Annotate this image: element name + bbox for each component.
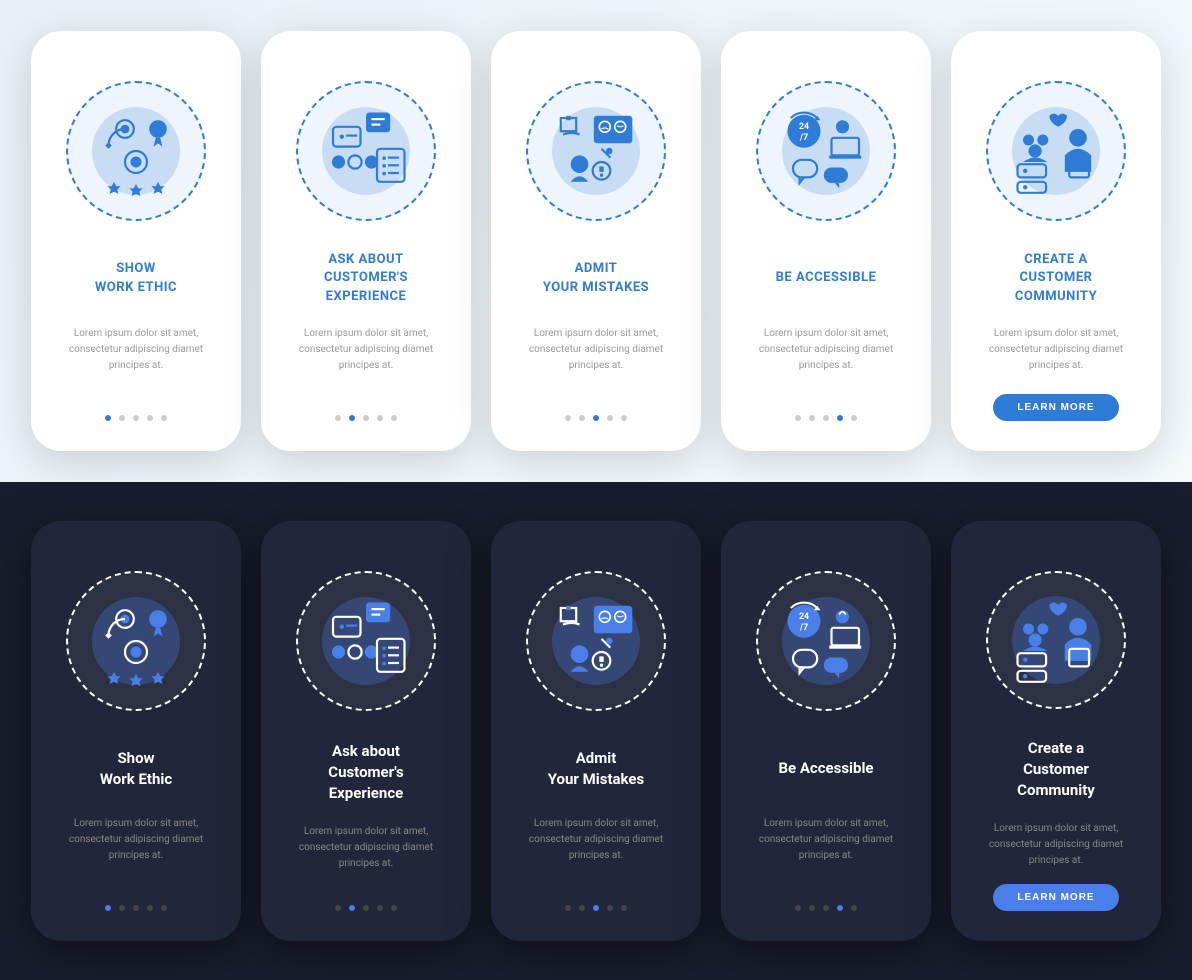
work-ethic-icon	[66, 571, 206, 711]
learn-more-button[interactable]: LEARN MORE	[993, 884, 1118, 911]
pagination-dot-4[interactable]	[837, 905, 843, 911]
pagination-dots	[335, 905, 397, 911]
screen-body: Lorem ipsum dolor sit amet, consectetur …	[971, 326, 1141, 374]
pagination-dot-4[interactable]	[147, 905, 153, 911]
screen-body: Lorem ipsum dolor sit amet, consectetur …	[281, 326, 451, 374]
screen-title: Ask about Customer's Experience	[328, 741, 403, 804]
dark-theme-section: Show Work Ethic Lorem ipsum dolor sit ame…	[0, 482, 1192, 980]
pagination-dots	[105, 905, 167, 911]
pagination-dots	[565, 415, 627, 421]
pagination-dot-1[interactable]	[565, 415, 571, 421]
screen-body: Lorem ipsum dolor sit amet, consectetur …	[281, 824, 451, 872]
pagination-dot-2[interactable]	[119, 905, 125, 911]
pagination-dot-1[interactable]	[795, 415, 801, 421]
onboarding-screen-5: CREATE A CUSTOMER COMMUNITY Lorem ipsum d…	[951, 31, 1161, 451]
pagination-dot-4[interactable]	[377, 415, 383, 421]
pagination-dot-5[interactable]	[161, 905, 167, 911]
pagination-dot-1[interactable]	[105, 415, 111, 421]
screen-title: SHOW WORK ETHIC	[95, 251, 177, 306]
screen-body: Lorem ipsum dolor sit amet, consectetur …	[741, 326, 911, 374]
svg-text:24: 24	[799, 122, 809, 132]
pagination-dots	[105, 415, 167, 421]
screen-title: Show Work Ethic	[100, 741, 172, 796]
onboarding-screen-3: Admit Your Mistakes Lorem ipsum dolor sit…	[491, 521, 701, 941]
onboarding-screen-4: 24/7 Be Accessible Lorem ipsum dolor sit a…	[721, 521, 931, 941]
pagination-dot-4[interactable]	[607, 415, 613, 421]
pagination-dot-5[interactable]	[621, 905, 627, 911]
screen-title: Admit Your Mistakes	[548, 741, 644, 796]
pagination-dot-3[interactable]	[823, 905, 829, 911]
accessible-icon: 24/7	[756, 81, 896, 221]
community-icon	[986, 81, 1126, 221]
community-icon	[986, 571, 1126, 709]
pagination-dot-2[interactable]	[579, 415, 585, 421]
screen-body: Lorem ipsum dolor sit amet, consectetur …	[51, 326, 221, 374]
pagination-dot-3[interactable]	[133, 905, 139, 911]
pagination-dot-5[interactable]	[851, 905, 857, 911]
screen-title: BE ACCESSIBLE	[776, 251, 877, 306]
onboarding-screen-5: Create a Customer Community Lorem ipsum d…	[951, 521, 1161, 941]
screen-title: ADMIT YOUR MISTAKES	[543, 251, 649, 306]
pagination-dots	[795, 415, 857, 421]
screen-title: Create a Customer Community	[1017, 739, 1095, 801]
pagination-dot-2[interactable]	[809, 905, 815, 911]
pagination-dot-1[interactable]	[105, 905, 111, 911]
pagination-dot-4[interactable]	[377, 905, 383, 911]
pagination-dot-5[interactable]	[621, 415, 627, 421]
light-theme-section: SHOW WORK ETHIC Lorem ipsum dolor sit ame…	[0, 0, 1192, 482]
accessible-icon: 24/7	[756, 571, 896, 711]
pagination-dot-2[interactable]	[349, 905, 355, 911]
screen-body: Lorem ipsum dolor sit amet, consectetur …	[51, 816, 221, 864]
screen-body: Lorem ipsum dolor sit amet, consectetur …	[741, 816, 911, 864]
admit-mistakes-icon	[526, 81, 666, 221]
pagination-dot-3[interactable]	[593, 905, 599, 911]
pagination-dot-5[interactable]	[851, 415, 857, 421]
screen-title: Be Accessible	[778, 741, 873, 796]
pagination-dots	[795, 905, 857, 911]
screen-body: Lorem ipsum dolor sit amet, consectetur …	[511, 816, 681, 864]
onboarding-screen-2: ASK ABOUT CUSTOMER'S EXPERIENCE Lorem ips…	[261, 31, 471, 451]
onboarding-screen-4: 24/7 BE ACCESSIBLE Lorem ipsum dolor sit a…	[721, 31, 931, 451]
pagination-dot-1[interactable]	[335, 905, 341, 911]
pagination-dot-3[interactable]	[133, 415, 139, 421]
pagination-dot-3[interactable]	[823, 415, 829, 421]
pagination-dot-3[interactable]	[363, 415, 369, 421]
pagination-dot-1[interactable]	[335, 415, 341, 421]
work-ethic-icon	[66, 81, 206, 221]
svg-text:/7: /7	[799, 623, 808, 633]
customer-experience-icon	[296, 571, 436, 711]
pagination-dot-2[interactable]	[809, 415, 815, 421]
pagination-dot-4[interactable]	[607, 905, 613, 911]
pagination-dots	[335, 415, 397, 421]
pagination-dot-2[interactable]	[579, 905, 585, 911]
pagination-dot-5[interactable]	[161, 415, 167, 421]
screen-body: Lorem ipsum dolor sit amet, consectetur …	[971, 821, 1141, 869]
onboarding-screen-1: SHOW WORK ETHIC Lorem ipsum dolor sit ame…	[31, 31, 241, 451]
pagination-dots	[565, 905, 627, 911]
pagination-dot-3[interactable]	[593, 415, 599, 421]
screen-body: Lorem ipsum dolor sit amet, consectetur …	[511, 326, 681, 374]
pagination-dot-2[interactable]	[349, 415, 355, 421]
pagination-dot-2[interactable]	[119, 415, 125, 421]
pagination-dot-5[interactable]	[391, 415, 397, 421]
customer-experience-icon	[296, 81, 436, 221]
onboarding-screen-3: ADMIT YOUR MISTAKES Lorem ipsum dolor sit…	[491, 31, 701, 451]
pagination-dot-5[interactable]	[391, 905, 397, 911]
pagination-dot-3[interactable]	[363, 905, 369, 911]
pagination-dot-1[interactable]	[565, 905, 571, 911]
svg-text:24: 24	[799, 612, 809, 622]
admit-mistakes-icon	[526, 571, 666, 711]
screen-title: CREATE A CUSTOMER COMMUNITY	[1015, 251, 1097, 306]
pagination-dot-4[interactable]	[837, 415, 843, 421]
svg-text:/7: /7	[799, 133, 808, 143]
onboarding-screen-1: Show Work Ethic Lorem ipsum dolor sit ame…	[31, 521, 241, 941]
screen-title: ASK ABOUT CUSTOMER'S EXPERIENCE	[324, 251, 408, 306]
learn-more-button[interactable]: LEARN MORE	[993, 394, 1118, 421]
onboarding-screen-2: Ask about Customer's Experience Lorem ips…	[261, 521, 471, 941]
pagination-dot-4[interactable]	[147, 415, 153, 421]
pagination-dot-1[interactable]	[795, 905, 801, 911]
